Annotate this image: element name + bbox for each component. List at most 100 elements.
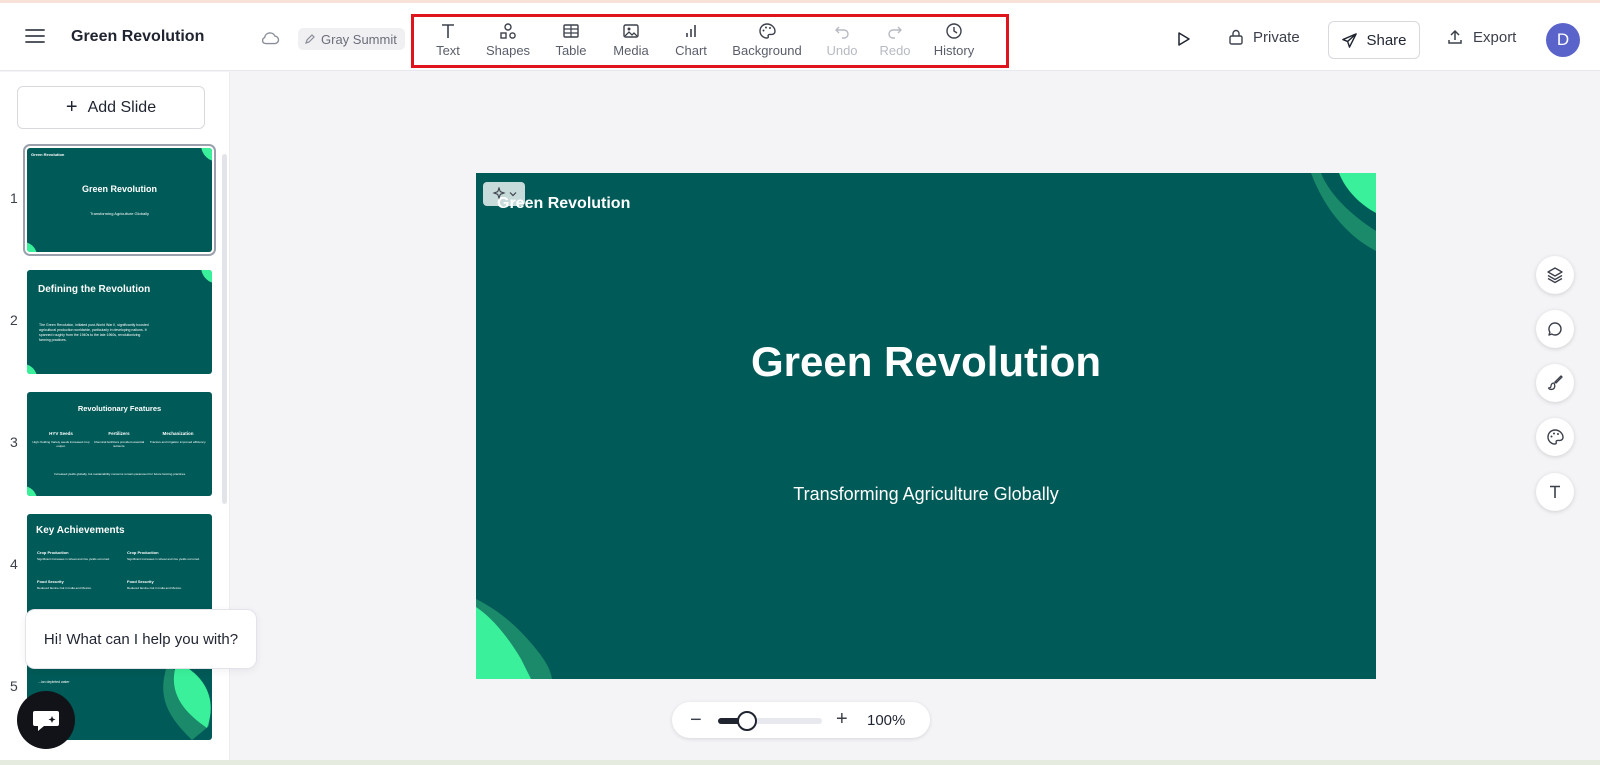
thumb-title: Key Achievements [36, 525, 125, 536]
thumb-subtitle: Transforming Agriculture Globally [90, 211, 149, 216]
top-bar: Green Revolution Gray Summit Text Shapes… [0, 0, 1600, 71]
leaf-decoration [27, 486, 37, 496]
leaf-decoration [27, 242, 37, 252]
thumb-col-heading: Mechanization [162, 431, 194, 436]
thumb-footer: Increased yields globally, but sustainab… [54, 472, 186, 476]
send-icon [1342, 32, 1358, 48]
thumb-item-heading: Food Security [127, 579, 154, 584]
pencil-icon [305, 34, 315, 44]
zoom-control: − + 100% [672, 702, 930, 738]
leaf-decoration-bottom-left [476, 599, 552, 679]
thumb-item-heading: Crop Production [127, 550, 159, 555]
layers-icon [1547, 267, 1563, 284]
thumb-col-heading: HYV Seeds [49, 431, 73, 436]
thumb-title: Defining the Revolution [38, 284, 151, 295]
thumb-col-text: Chemical fertilizers provided essential … [93, 440, 145, 448]
slide-thumbnail-2[interactable]: Defining the Revolution The Green Revolu… [27, 270, 212, 374]
export-label: Export [1473, 28, 1517, 46]
slide-thumbnail-4[interactable]: Key Achievements Crop Production Signifi… [27, 514, 212, 618]
lock-icon [1229, 29, 1243, 45]
chat-assistant-icon [33, 711, 59, 731]
tool-label: Background [732, 43, 802, 58]
tool-label: Table [555, 43, 587, 58]
cloud-icon [261, 32, 280, 45]
leaf-decoration [198, 148, 212, 162]
theme-name: Gray Summit [321, 31, 397, 47]
comments-button[interactable] [1536, 310, 1574, 348]
clock-icon [946, 23, 962, 39]
chart-icon [686, 25, 696, 37]
slide-number: 4 [10, 556, 18, 572]
text-style-button[interactable] [1536, 473, 1574, 511]
thumb-col-text: High-Yielding Variety seeds increased cr… [32, 440, 90, 448]
brush-icon [1547, 375, 1563, 391]
thumb-col-heading: Fertilizers [108, 431, 130, 436]
history-tool[interactable]: History [914, 22, 994, 58]
slide-subtitle[interactable]: Transforming Agriculture Globally [476, 484, 1376, 505]
tool-label: Redo [879, 43, 911, 58]
theme-chip[interactable]: Gray Summit [298, 28, 405, 50]
bottom-strip [0, 760, 1600, 765]
leaf-decoration [27, 364, 37, 374]
leaf-decoration [198, 270, 212, 284]
text-icon [1550, 485, 1560, 498]
slide-canvas[interactable]: Green Revolution Green Revolution Transf… [476, 173, 1376, 679]
thumb-item-text: Reduced famine risk in India and Mexico. [37, 586, 92, 590]
media-icon [623, 24, 639, 38]
play-icon[interactable] [1174, 30, 1192, 48]
text-icon [442, 24, 454, 38]
table-icon [563, 24, 579, 38]
zoom-slider-handle[interactable] [737, 711, 758, 731]
export-button[interactable]: Export [1446, 28, 1516, 46]
comment-icon [1548, 322, 1562, 336]
thumb-col-text: Tractors and irrigation improved efficie… [149, 440, 207, 444]
add-slide-button[interactable]: + Add Slide [17, 86, 205, 129]
thumb-item-text: Reduced famine risk in India and Mexico. [127, 586, 182, 590]
tool-label: Media [613, 43, 649, 58]
zoom-slider[interactable] [718, 711, 822, 731]
document-title[interactable]: Green Revolution [71, 28, 204, 46]
slide-title[interactable]: Green Revolution [476, 338, 1376, 386]
zoom-in-icon[interactable]: + [836, 708, 848, 730]
slide-number: 5 [10, 678, 18, 694]
share-label: Share [1366, 31, 1407, 49]
layers-button[interactable] [1536, 256, 1574, 294]
chat-launcher-button[interactable] [17, 691, 75, 749]
upload-icon [1448, 29, 1462, 44]
hamburger-menu-icon[interactable] [24, 27, 46, 45]
zoom-level: 100% [867, 712, 906, 729]
slide-thumbnail-3[interactable]: Revolutionary Features HYV Seeds High-Yi… [27, 392, 212, 496]
palette-icon [759, 23, 776, 39]
tool-label: Text [436, 43, 460, 58]
tool-label: Undo [826, 43, 858, 58]
brush-button[interactable] [1536, 364, 1574, 402]
thumb-header: Green Revolution [31, 152, 65, 157]
theme-palette-button[interactable] [1536, 418, 1574, 456]
ai-magic-chip[interactable] [483, 182, 525, 206]
tool-label: Chart [675, 43, 707, 58]
zoom-out-icon[interactable]: − [690, 710, 702, 730]
tool-label: Shapes [485, 43, 531, 58]
chevron-down-icon [509, 192, 516, 197]
slide-number: 3 [10, 434, 18, 450]
redo-icon [888, 26, 902, 39]
thumb-item-text: Significant increases in wheat and rice … [127, 557, 200, 561]
private-button[interactable]: Private [1227, 28, 1300, 46]
thumb-item-text: Significant increases in wheat and rice … [37, 557, 110, 561]
undo-icon [835, 26, 849, 39]
thumb-line: ...ion depleted water [38, 680, 70, 684]
private-label: Private [1253, 28, 1300, 46]
sidebar-scrollbar[interactable] [222, 154, 227, 504]
palette-icon [1547, 429, 1564, 445]
slide-thumbnail-1[interactable]: Green Revolution Green Revolution Transf… [23, 144, 216, 256]
slide-number: 1 [10, 190, 18, 206]
slide-number: 2 [10, 312, 18, 328]
chat-greeting-bubble[interactable]: Hi! What can I help you with? [25, 609, 257, 669]
thumb-item-heading: Food Security [37, 579, 64, 584]
tool-label: History [933, 43, 975, 58]
avatar[interactable]: D [1546, 23, 1580, 57]
thumb-title: Revolutionary Features [77, 404, 162, 413]
share-button[interactable]: Share [1328, 21, 1420, 59]
leaf-decoration-top-right [1311, 173, 1376, 251]
thumb-title: Green Revolution [81, 184, 157, 194]
